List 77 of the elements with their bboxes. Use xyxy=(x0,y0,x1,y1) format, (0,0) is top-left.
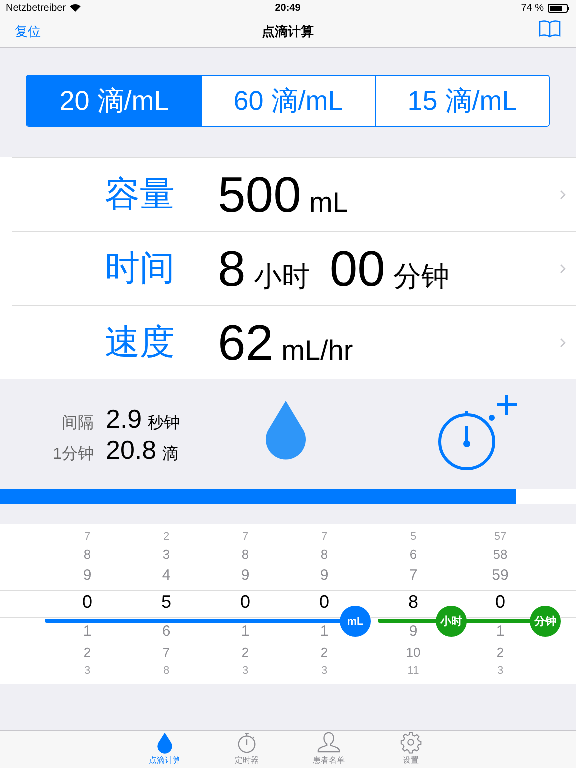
stat-value: 2.9 秒钟 xyxy=(106,404,182,435)
picker-digit[interactable]: 3 xyxy=(84,666,91,682)
picker-digit[interactable]: 1 xyxy=(320,624,329,646)
picker-digit[interactable]: 1 xyxy=(83,624,92,646)
add-timer-icon[interactable] xyxy=(438,394,518,472)
book-icon[interactable] xyxy=(539,20,561,38)
picker-digit[interactable]: 8 xyxy=(242,548,250,568)
picker-digit[interactable]: 7 xyxy=(84,532,91,548)
picker-digit[interactable]: 8 xyxy=(320,548,328,568)
picker-digit[interactable]: 2 xyxy=(496,646,504,666)
picker-digit[interactable]: 0 xyxy=(319,590,330,614)
tab-bar-item[interactable]: 患者名单 xyxy=(288,731,370,768)
drip-rate-segment[interactable]: 20 滴/mL xyxy=(27,76,201,126)
stat-value: 20.8 滴 xyxy=(106,435,180,466)
picker-digit[interactable]: 7 xyxy=(242,532,249,548)
chevron-icon xyxy=(560,190,566,200)
picker-digit[interactable]: 9 xyxy=(83,568,92,590)
picker-digit[interactable]: 3 xyxy=(242,666,249,682)
drip-rate-segment[interactable]: 15 滴/mL xyxy=(375,76,549,126)
picker-digit[interactable]: 2 xyxy=(320,646,328,666)
picker-digit[interactable]: 3 xyxy=(321,666,328,682)
tab-bar-item[interactable]: 定时器 xyxy=(206,731,288,768)
stat-label: 1分钟 xyxy=(52,445,94,465)
field-value[interactable]: 8 小时 00 分钟 xyxy=(218,240,560,298)
picker-digit[interactable]: 2 xyxy=(84,646,92,666)
picker-digit[interactable]: 0 xyxy=(82,590,92,614)
field-value[interactable]: 500 mL xyxy=(218,166,560,224)
unit-badge[interactable]: mL xyxy=(340,606,371,637)
field-label: 时间 xyxy=(104,248,175,290)
picker-digit[interactable]: 9 xyxy=(409,624,418,646)
drip-rate-segment[interactable]: 60 滴/mL xyxy=(201,76,375,126)
picker-digit[interactable]: 9 xyxy=(241,568,250,590)
picker-digit[interactable]: 7 xyxy=(162,646,170,666)
picker-digit[interactable]: 8 xyxy=(84,548,92,568)
picker-digit[interactable]: 10 xyxy=(406,646,421,666)
wifi-icon xyxy=(70,4,82,12)
picker-digit[interactable]: 5 xyxy=(161,590,172,614)
field-value[interactable]: 62 mL/hr xyxy=(218,314,560,372)
drop-icon xyxy=(155,732,175,754)
tab-bar-item[interactable]: 设置 xyxy=(370,731,452,768)
person-icon[interactable] xyxy=(316,731,342,754)
picker-digit[interactable]: 5 xyxy=(410,532,417,548)
picker-digit[interactable]: 8 xyxy=(408,590,418,614)
carrier-name: Netzbetreiber xyxy=(6,2,66,14)
unit-badge[interactable]: 小时 xyxy=(436,606,467,637)
picker-digit[interactable]: 1 xyxy=(496,624,505,646)
picker-digit[interactable]: 11 xyxy=(408,666,420,682)
picker-digit[interactable]: 2 xyxy=(163,532,170,548)
field-label: 速度 xyxy=(104,322,175,364)
field-label: 容量 xyxy=(104,174,175,216)
picker-digit[interactable]: 3 xyxy=(162,548,170,568)
picker-digit[interactable]: 59 xyxy=(492,568,509,590)
stat-label: 间隔 xyxy=(61,414,94,434)
picker-digit[interactable]: 0 xyxy=(240,590,250,614)
picker-digit[interactable]: 6 xyxy=(162,624,171,646)
battery-icon xyxy=(548,4,570,12)
picker-digit[interactable]: 4 xyxy=(162,568,171,590)
picker-digit[interactable]: 9 xyxy=(320,568,329,590)
settings-icon[interactable] xyxy=(399,731,423,754)
nav-title: 点滴计算 xyxy=(262,24,314,38)
clock-time: 20:49 xyxy=(275,2,301,14)
reset-button[interactable]: 复位 xyxy=(15,22,41,40)
picker-digit[interactable]: 6 xyxy=(410,548,418,568)
battery-percent: 74 % xyxy=(521,2,544,14)
picker-digit[interactable]: 7 xyxy=(409,568,418,590)
chevron-icon xyxy=(560,264,566,274)
picker-digit[interactable]: 8 xyxy=(163,666,170,682)
picker-digit[interactable]: 7 xyxy=(321,532,328,548)
picker-digit[interactable]: 3 xyxy=(497,666,504,682)
picker-digit[interactable]: 0 xyxy=(495,590,506,614)
tab-bar-item[interactable]: 点滴计算 xyxy=(124,731,206,768)
chevron-icon xyxy=(560,338,566,348)
picker-digit[interactable]: 2 xyxy=(242,646,250,666)
picker-digit[interactable]: 57 xyxy=(494,532,507,548)
unit-badge[interactable]: 分钟 xyxy=(530,606,561,637)
picker-digit[interactable]: 1 xyxy=(241,624,250,646)
picker-digit[interactable]: 58 xyxy=(493,548,508,568)
